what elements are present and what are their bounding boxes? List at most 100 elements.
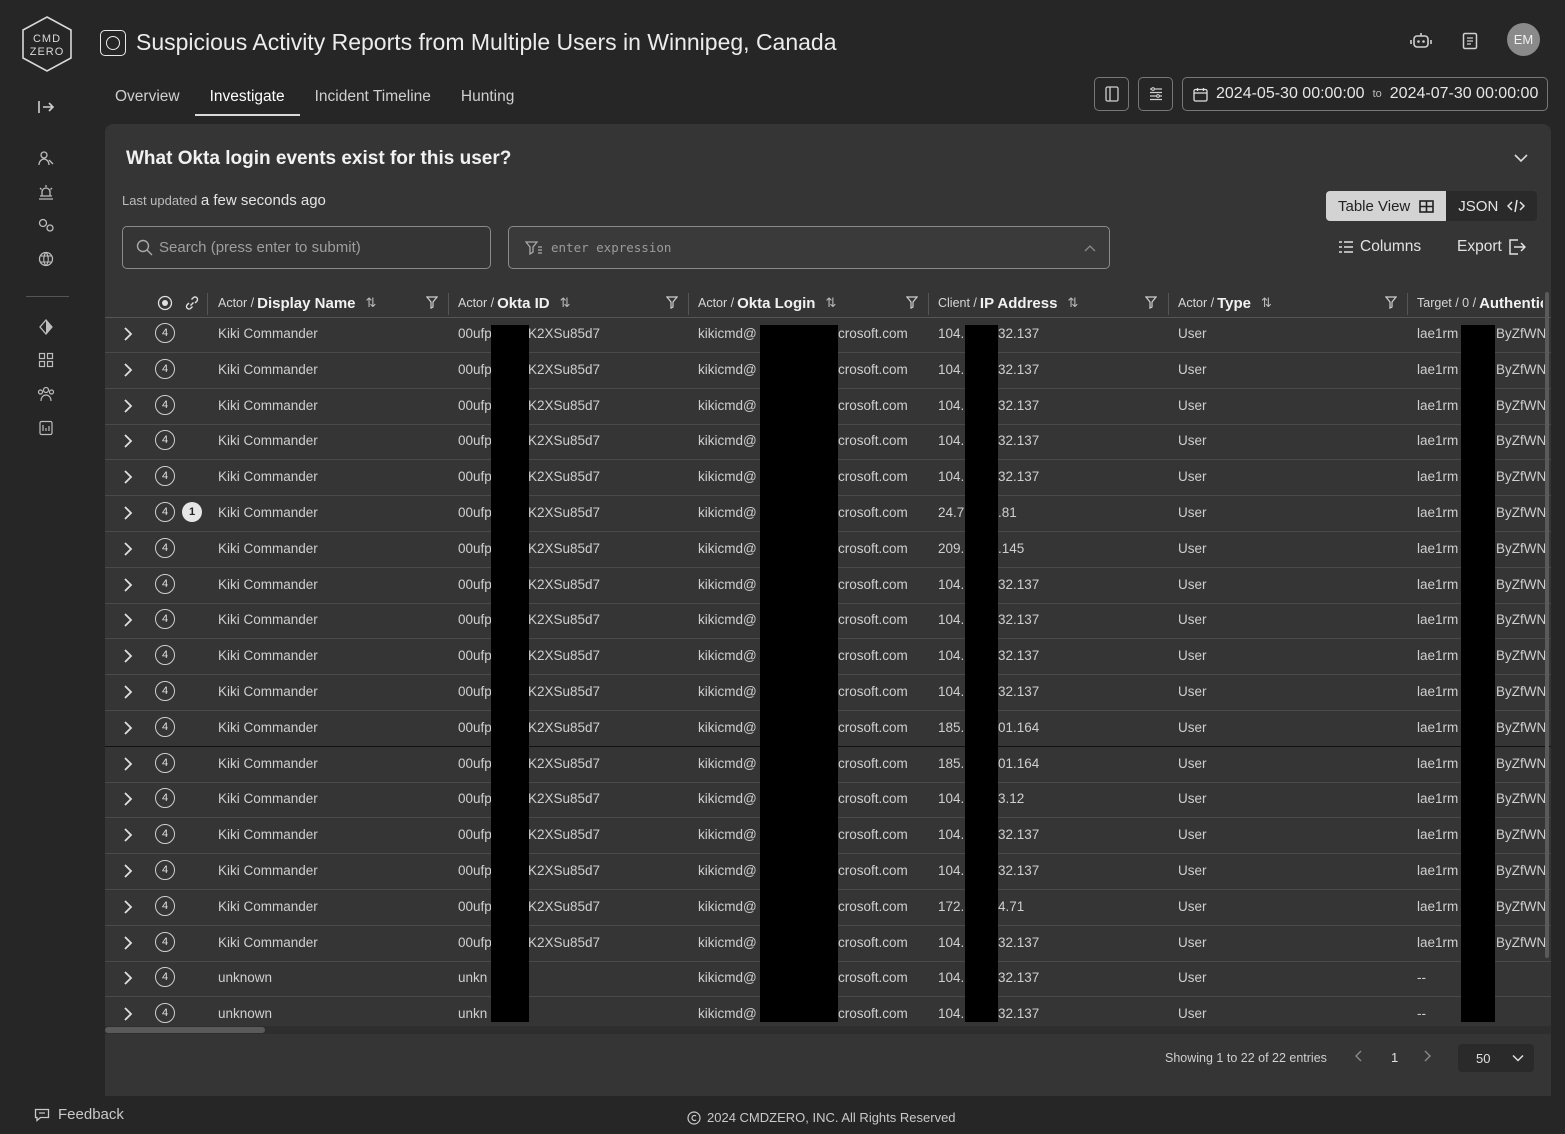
related-count[interactable]: 4 [155, 895, 175, 916]
related-count[interactable]: 4 [155, 824, 175, 845]
users-icon[interactable] [36, 384, 56, 404]
next-page-button[interactable] [1423, 1050, 1431, 1065]
filter-icon[interactable] [1385, 296, 1397, 309]
cell-okta-login-start: kikicmd@ [698, 361, 757, 377]
filter-icon[interactable] [1145, 296, 1157, 309]
expand-row-icon[interactable] [123, 935, 133, 951]
horizontal-scrollbar-thumb[interactable] [105, 1027, 265, 1033]
column-header-display-name[interactable]: Actor / Display Name ⇅ [218, 288, 376, 318]
expand-row-icon[interactable] [123, 720, 133, 736]
sort-icon[interactable]: ⇅ [1261, 295, 1272, 311]
related-count[interactable]: 4 [155, 681, 175, 701]
chevron-up-icon[interactable] [1083, 241, 1097, 255]
cell-okta-login-end: crosoft.com [838, 576, 908, 592]
cell-okta-login-end: crosoft.com [838, 433, 908, 449]
globe-icon[interactable] [36, 249, 56, 269]
feedback-button[interactable]: Feedback [34, 1106, 124, 1123]
related-count[interactable]: 4 [155, 967, 175, 988]
related-count[interactable]: 4 [155, 1003, 175, 1024]
expand-sidebar-icon[interactable] [36, 97, 56, 117]
link-icon[interactable] [183, 295, 201, 311]
page-size-select[interactable]: 50 [1458, 1044, 1534, 1072]
dashboard-icon[interactable] [36, 350, 56, 370]
column-header-okta-id[interactable]: Actor / Okta ID ⇅ [458, 288, 571, 318]
related-count[interactable]: 4 [155, 860, 175, 880]
table-view-button[interactable]: Table View [1326, 191, 1447, 221]
related-count[interactable]: 4 [155, 931, 175, 952]
investigations-icon[interactable] [36, 148, 56, 168]
expand-row-icon[interactable] [123, 362, 133, 378]
expand-row-icon[interactable] [123, 505, 133, 521]
tab-incident-timeline[interactable]: Incident Timeline [300, 78, 446, 116]
filter-icon[interactable] [906, 296, 918, 309]
horizontal-scrollbar-track[interactable] [105, 1026, 1551, 1034]
related-count[interactable]: 4 [155, 394, 175, 415]
user-avatar[interactable]: EM [1507, 23, 1540, 56]
collapse-chevron-icon[interactable] [1513, 150, 1529, 166]
expand-row-icon[interactable] [123, 899, 133, 915]
select-all-icon[interactable] [157, 295, 173, 311]
last-updated-label: Last updated [122, 193, 198, 208]
date-range-picker[interactable]: 2024-05-30 00:00:00 to 2024-07-30 00:00:… [1182, 77, 1548, 111]
expand-row-icon[interactable] [123, 970, 133, 986]
export-button[interactable]: Export [1457, 238, 1526, 256]
related-count[interactable]: 4 [155, 645, 175, 666]
related-count[interactable]: 4 [155, 752, 175, 773]
related-count[interactable]: 4 [155, 466, 175, 487]
filter-icon[interactable] [426, 296, 438, 309]
linked-badge[interactable]: 1 [182, 502, 202, 522]
related-count[interactable]: 4 [155, 430, 175, 451]
column-header-authentication[interactable]: Target / 0 /Authentic [1417, 288, 1543, 318]
alerts-icon[interactable] [36, 182, 56, 202]
related-count[interactable]: 4 [155, 573, 175, 594]
expand-row-icon[interactable] [123, 433, 133, 449]
expand-row-icon[interactable] [123, 863, 133, 879]
related-count[interactable]: 4 [155, 609, 175, 630]
integrations-icon[interactable] [36, 215, 56, 235]
assistant-bot-icon[interactable] [1410, 30, 1432, 52]
sort-icon[interactable]: ⇅ [825, 295, 836, 311]
sort-icon[interactable]: ⇅ [366, 295, 377, 311]
related-count[interactable]: 4 [155, 502, 175, 522]
tab-investigate[interactable]: Investigate [194, 78, 300, 116]
expand-row-icon[interactable] [123, 326, 133, 342]
related-count[interactable]: 4 [155, 788, 175, 809]
json-view-button[interactable]: JSON [1446, 191, 1538, 221]
column-header-type[interactable]: Actor / Type ⇅ [1178, 288, 1272, 318]
expand-row-icon[interactable] [123, 791, 133, 807]
expand-row-icon[interactable] [123, 577, 133, 593]
cell-okta-id-start: 00ufp [458, 684, 492, 699]
expand-row-icon[interactable] [123, 1006, 133, 1022]
expand-row-icon[interactable] [123, 648, 133, 664]
columns-button[interactable]: Columns [1338, 238, 1421, 256]
notes-icon[interactable] [1459, 30, 1481, 52]
shield-icon[interactable] [36, 317, 56, 337]
column-header-ip-address[interactable]: Client / IP Address ⇅ [938, 288, 1078, 318]
related-count[interactable]: 4 [155, 358, 175, 379]
sort-icon[interactable]: ⇅ [1067, 295, 1078, 311]
sort-icon[interactable]: ⇅ [560, 295, 571, 311]
expand-row-icon[interactable] [123, 684, 133, 700]
page-number[interactable]: 1 [1391, 1050, 1398, 1065]
related-count[interactable]: 4 [155, 323, 175, 343]
expand-row-icon[interactable] [123, 541, 133, 557]
expand-row-icon[interactable] [123, 398, 133, 414]
prev-page-button[interactable] [1355, 1050, 1363, 1065]
filter-icon[interactable] [666, 296, 678, 309]
reports-icon[interactable] [36, 418, 56, 438]
expand-row-icon[interactable] [123, 827, 133, 843]
expand-row-icon[interactable] [123, 469, 133, 485]
column-header-okta-login[interactable]: Actor / Okta Login ⇅ [698, 288, 836, 318]
toggle-list-button[interactable] [1138, 77, 1173, 111]
related-count[interactable]: 4 [155, 537, 175, 558]
expand-row-icon[interactable] [123, 756, 133, 772]
expand-row-icon[interactable] [123, 612, 133, 628]
related-count[interactable]: 4 [155, 716, 175, 737]
expression-input[interactable]: enter expression [508, 226, 1110, 269]
cmdzero-logo[interactable]: CMD ZERO [20, 15, 74, 73]
vertical-scrollbar[interactable] [1545, 292, 1549, 958]
search-input[interactable]: Search (press enter to submit) [122, 226, 491, 269]
tab-overview[interactable]: Overview [100, 78, 195, 116]
tab-hunting[interactable]: Hunting [446, 78, 529, 116]
toggle-panel-button[interactable] [1094, 77, 1129, 111]
